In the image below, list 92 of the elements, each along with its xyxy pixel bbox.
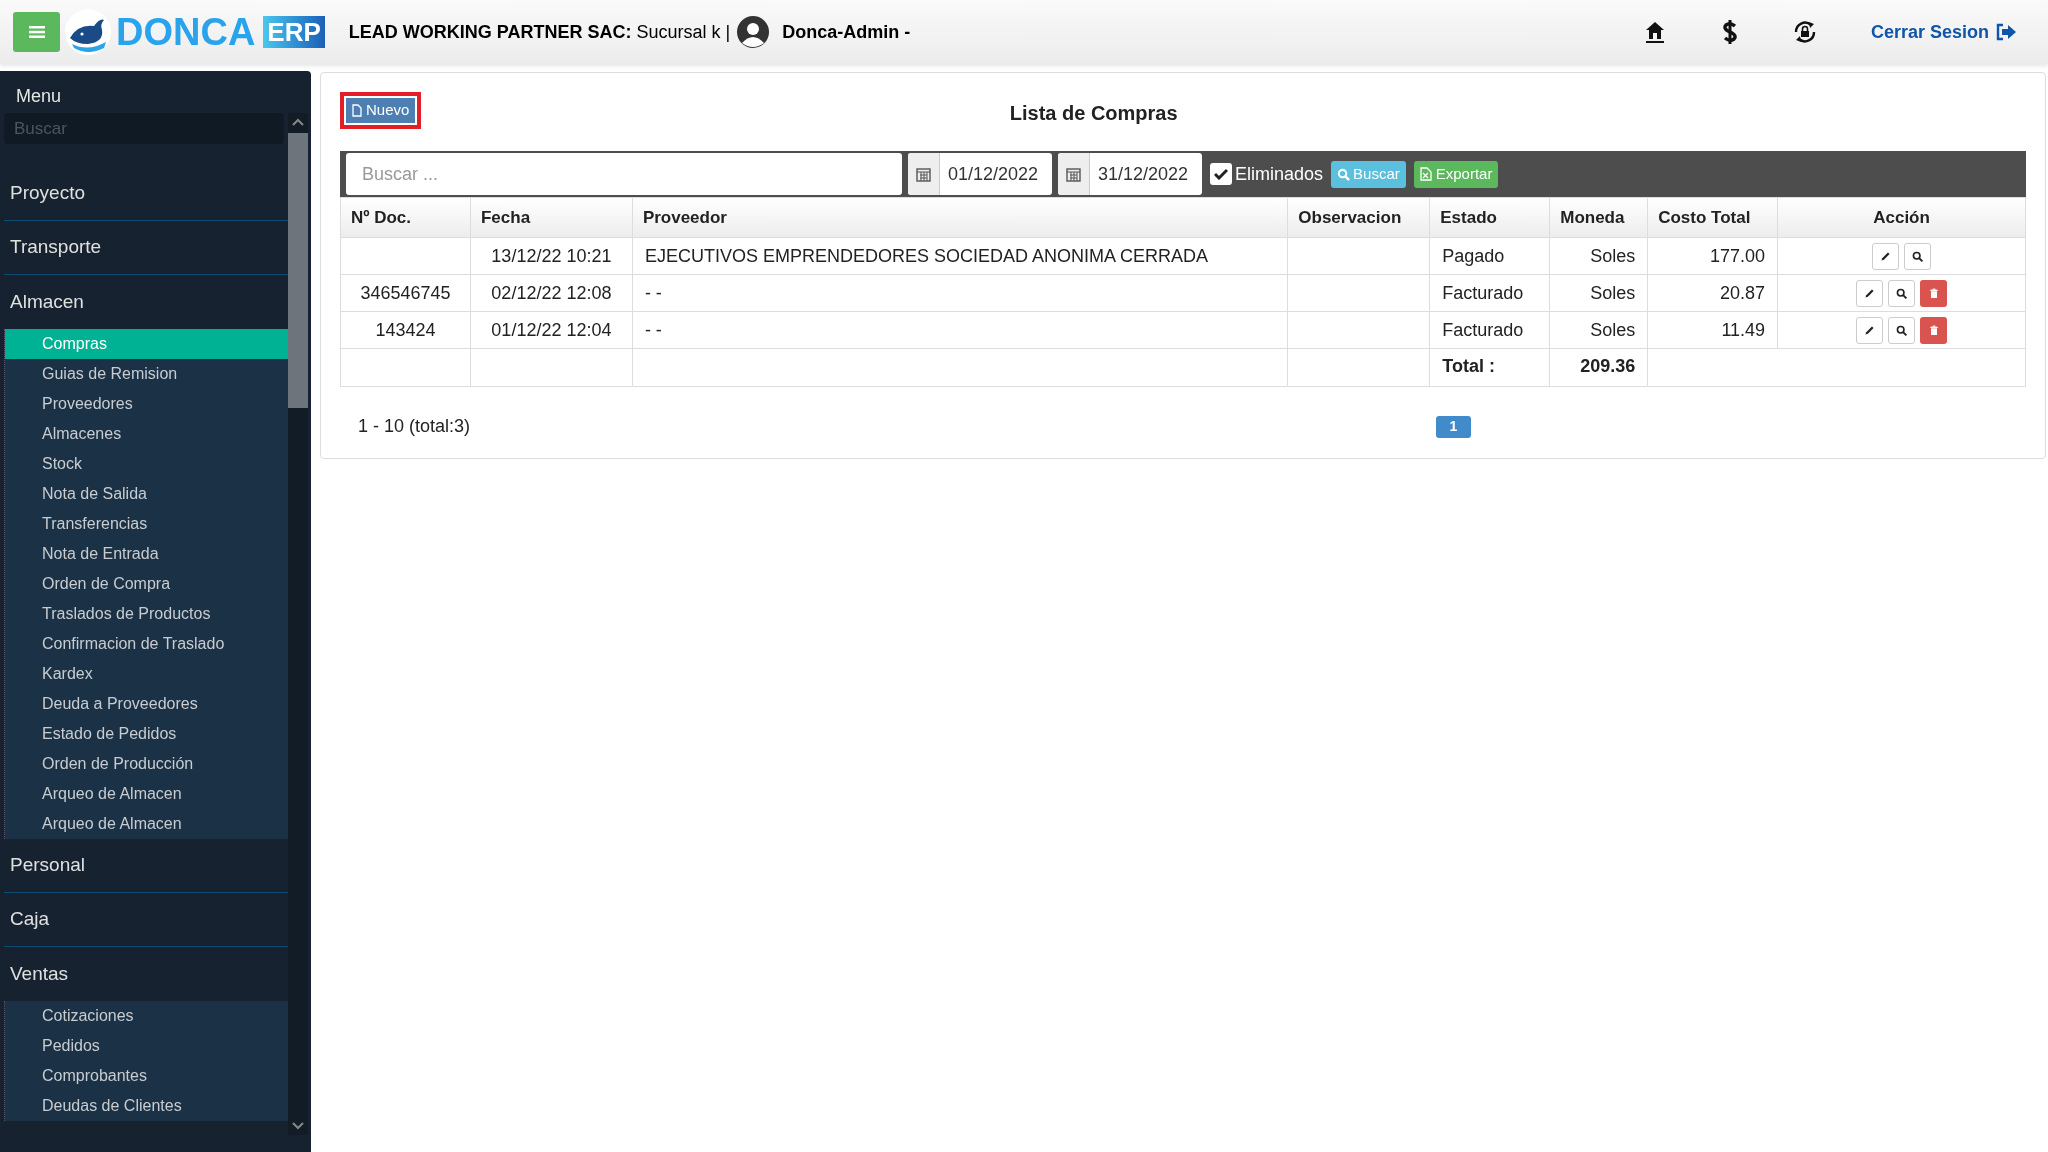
table-cell: 20.87 bbox=[1647, 274, 1778, 312]
submenu-item[interactable]: Guias de Remision bbox=[5, 359, 288, 389]
table-cell: Soles bbox=[1549, 311, 1648, 349]
table-cell: Soles bbox=[1549, 237, 1648, 275]
table-cell: 02/12/22 12:08 bbox=[470, 274, 633, 312]
house-icon bbox=[1645, 21, 1666, 43]
brand-name: DONCA bbox=[116, 10, 256, 54]
scrollbar-thumb[interactable] bbox=[288, 133, 308, 408]
table-cell: 13/12/22 10:21 bbox=[470, 237, 633, 275]
trash-icon bbox=[1927, 286, 1940, 300]
user-avatar-icon bbox=[736, 15, 771, 49]
edit-button[interactable] bbox=[1872, 242, 1900, 270]
checkbox-label: Eliminados bbox=[1235, 162, 1324, 186]
total-label: Total : bbox=[1429, 348, 1550, 387]
table-cell: 177.00 bbox=[1647, 237, 1778, 275]
delete-button[interactable] bbox=[1920, 279, 1948, 307]
submenu-item[interactable]: Nota de Salida bbox=[5, 479, 288, 509]
total-value: 209.36 bbox=[1549, 348, 1648, 387]
view-button[interactable] bbox=[1904, 242, 1932, 270]
document-icon bbox=[352, 103, 362, 117]
page-button[interactable]: 1 bbox=[1436, 415, 1471, 438]
submenu-item[interactable]: Stock bbox=[5, 449, 288, 479]
table-cell: 11.49 bbox=[1647, 311, 1778, 349]
column-header: Proveedor bbox=[632, 197, 1288, 238]
submenu-item[interactable]: Confirmacion de Traslado bbox=[5, 629, 288, 659]
table-cell: - - bbox=[632, 311, 1288, 349]
eliminados-checkbox[interactable] bbox=[1210, 163, 1232, 185]
spreadsheet-file-icon bbox=[1419, 167, 1432, 181]
calendar-icon bbox=[916, 166, 931, 182]
submenu-item[interactable]: Arqueo de Almacen bbox=[5, 809, 288, 839]
table-cell: Soles bbox=[1549, 274, 1648, 312]
whale-logo-icon bbox=[64, 8, 112, 56]
page-title: Lista de Compras bbox=[1008, 101, 1179, 126]
column-header: Moneda bbox=[1549, 197, 1648, 238]
submenu-item[interactable]: Cotizaciones bbox=[5, 1001, 288, 1031]
column-header: Costo Total bbox=[1647, 197, 1778, 238]
menu-section[interactable]: Almacen bbox=[4, 275, 288, 329]
edit-button[interactable] bbox=[1856, 316, 1884, 344]
checkmark-icon bbox=[1214, 168, 1228, 180]
column-header: Fecha bbox=[470, 197, 633, 238]
submenu-item[interactable]: Traslados de Productos bbox=[5, 599, 288, 629]
calendar-icon bbox=[1066, 166, 1081, 182]
sidebar-title: Menu bbox=[15, 85, 63, 108]
sign-out-icon bbox=[1995, 23, 2017, 41]
search-icon bbox=[1911, 249, 1925, 263]
search-field[interactable]: Buscar ... bbox=[346, 153, 902, 195]
view-button[interactable] bbox=[1888, 279, 1916, 307]
table-cell: Facturado bbox=[1429, 274, 1550, 312]
delete-button[interactable] bbox=[1920, 316, 1948, 344]
menu-icon bbox=[28, 25, 45, 39]
dollar-icon bbox=[1722, 19, 1739, 45]
pagination-summary: 1 - 10 (total:3) bbox=[357, 415, 472, 438]
menu-section[interactable]: Ventas bbox=[4, 947, 288, 1001]
brand-tag: ERP bbox=[263, 16, 325, 48]
submenu-item[interactable]: Orden de Compra bbox=[5, 569, 288, 599]
submenu-item[interactable]: Comprobantes bbox=[5, 1061, 288, 1091]
view-button[interactable] bbox=[1888, 316, 1916, 344]
submenu-item[interactable]: Almacenes bbox=[5, 419, 288, 449]
new-button[interactable]: Nuevo bbox=[346, 97, 416, 123]
submenu-item[interactable]: Arqueo de Almacen bbox=[5, 779, 288, 809]
table-cell: - - bbox=[632, 274, 1288, 312]
edit-button[interactable] bbox=[1856, 279, 1884, 307]
submenu-item[interactable]: Deudas de Clientes bbox=[5, 1091, 288, 1121]
logout-link[interactable]: Cerrar Sesion bbox=[1870, 18, 2017, 46]
search-icon bbox=[1895, 286, 1909, 300]
column-header: Estado bbox=[1429, 197, 1550, 238]
sidebar-search-field[interactable]: Buscar bbox=[4, 113, 284, 144]
submenu-item[interactable]: Estado de Pedidos bbox=[5, 719, 288, 749]
company-branch-text: LEAD WORKING PARTNER SAC: Sucursal k | bbox=[348, 20, 731, 44]
column-header: Acción bbox=[1777, 197, 2026, 238]
table-cell: EJECUTIVOS EMPRENDEDORES SOCIEDAD ANONIMA CERRADA bbox=[632, 237, 1288, 275]
scrollbar[interactable] bbox=[288, 113, 308, 1135]
table-cell: 01/12/22 12:04 bbox=[470, 311, 633, 349]
submenu-item[interactable]: Kardex bbox=[5, 659, 288, 689]
table-cell: Pagado bbox=[1429, 237, 1550, 275]
submenu-item[interactable]: Transferencias bbox=[5, 509, 288, 539]
column-header: Nº Doc. bbox=[340, 197, 471, 238]
search-icon bbox=[1337, 167, 1351, 181]
submenu-item[interactable]: Pedidos bbox=[5, 1031, 288, 1061]
search-icon bbox=[1895, 323, 1909, 337]
table-cell: 143424 bbox=[340, 311, 471, 349]
username: Donca-Admin - bbox=[782, 20, 911, 44]
column-header: Observacion bbox=[1287, 197, 1430, 238]
table-cell: Facturado bbox=[1429, 311, 1550, 349]
date-field[interactable]: 01/12/2022 bbox=[908, 153, 1052, 195]
table-cell: 346546745 bbox=[340, 274, 471, 312]
date-field[interactable]: 31/12/2022 bbox=[1058, 153, 1202, 195]
submenu-item[interactable]: Proveedores bbox=[5, 389, 288, 419]
submenu-item[interactable]: Nota de Entrada bbox=[5, 539, 288, 569]
submenu-item[interactable]: Orden de Producción bbox=[5, 749, 288, 779]
submenu-item[interactable]: Deuda a Proveedores bbox=[5, 689, 288, 719]
trash-icon bbox=[1927, 323, 1940, 337]
